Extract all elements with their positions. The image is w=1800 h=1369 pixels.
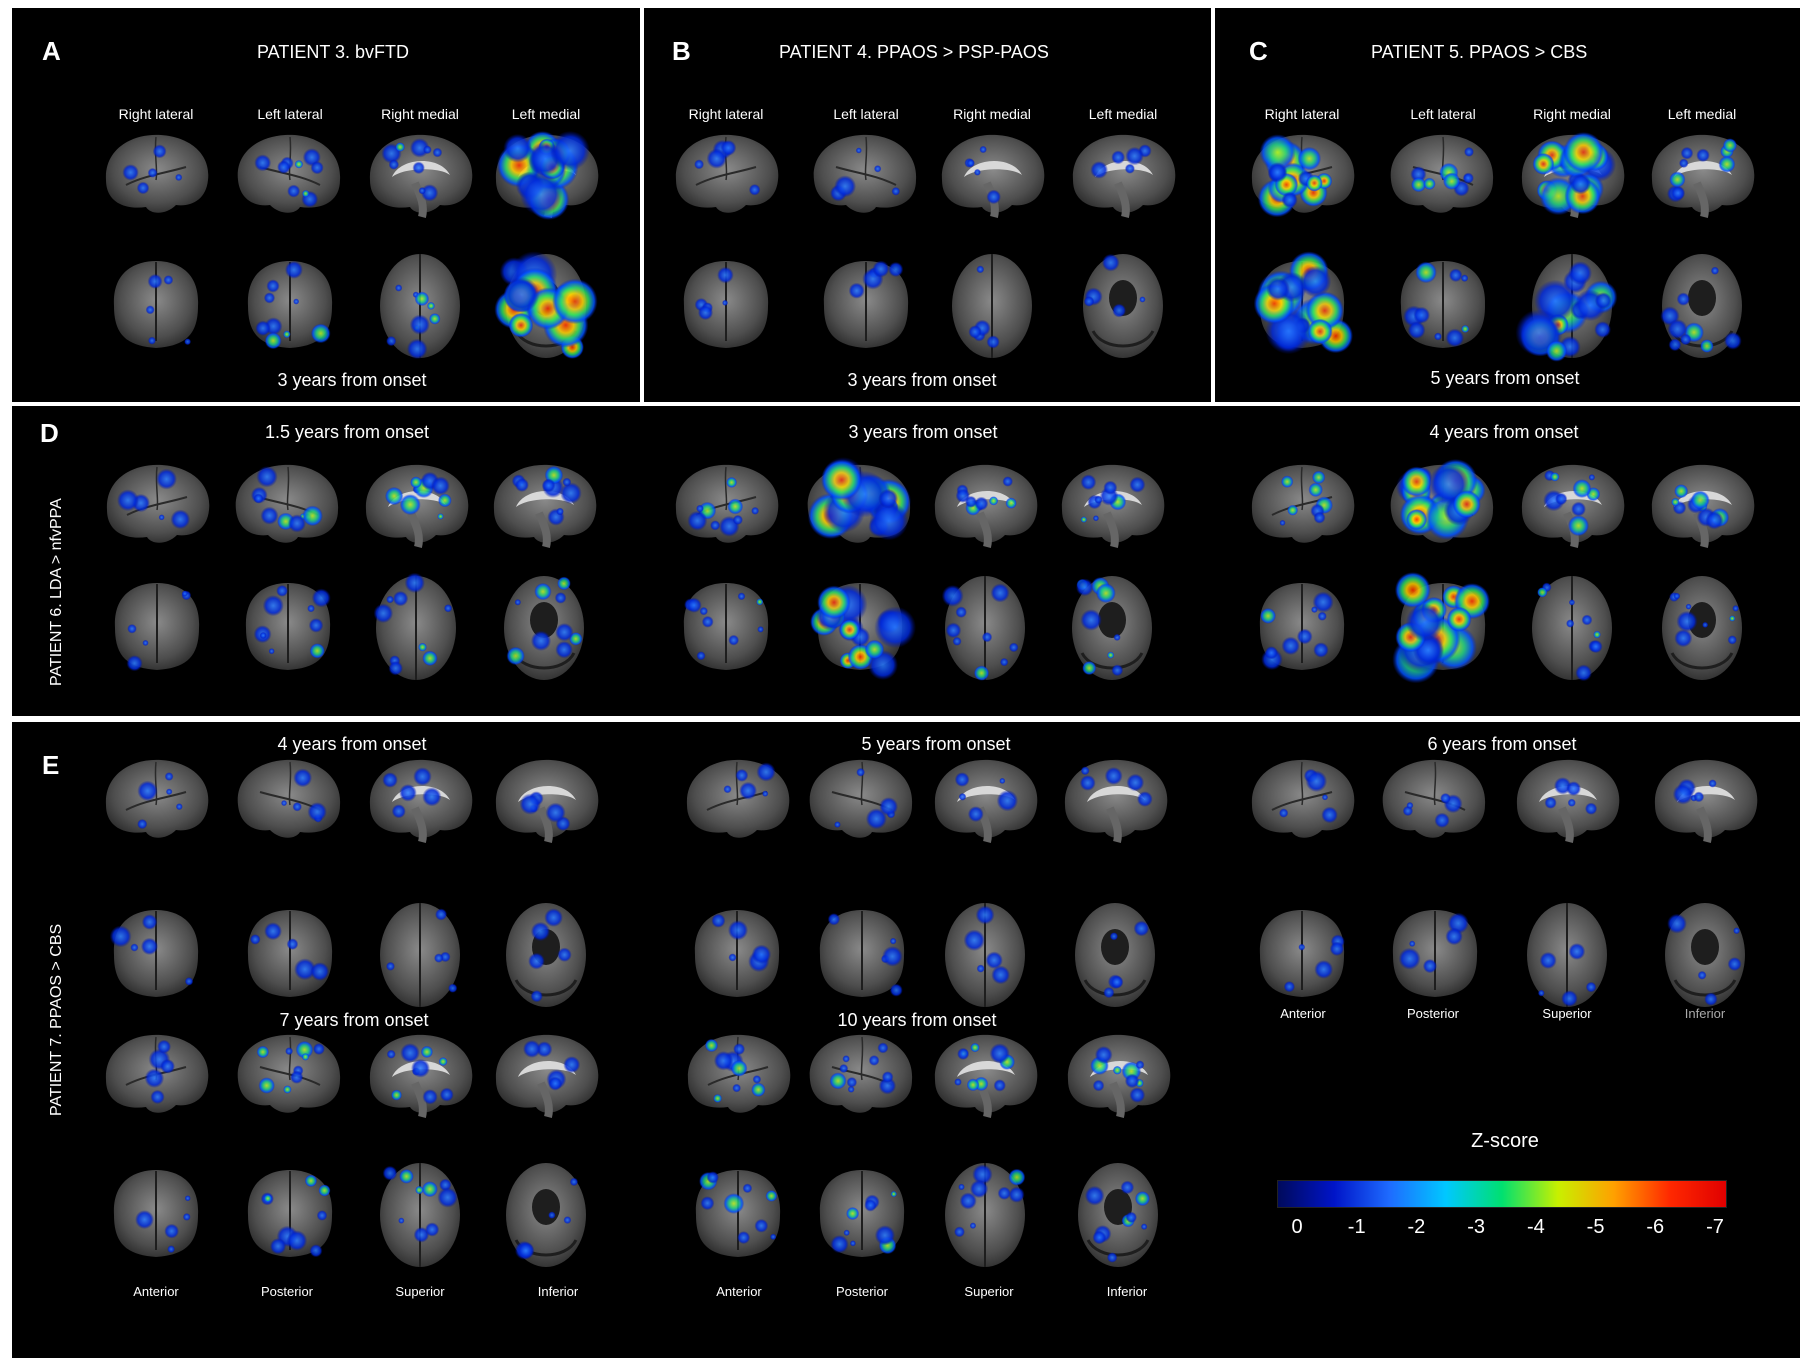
brain-images-layer <box>105 130 1758 1267</box>
brain-inferior-icon <box>506 1163 586 1267</box>
brain-lateral-icon <box>675 134 779 213</box>
brain-superior-icon <box>380 254 460 360</box>
brain-lateral-icon <box>1390 134 1494 213</box>
brain-lateral-icon <box>809 1034 913 1113</box>
brain-medial-icon <box>369 1034 473 1118</box>
brain-medial-icon <box>934 464 1038 548</box>
brain-lateral-icon <box>675 464 779 543</box>
brain-anterior-icon <box>1259 910 1345 997</box>
brain-anterior-icon <box>683 583 769 670</box>
brain-lateral-icon <box>809 759 913 838</box>
brain-anterior-icon <box>819 910 905 997</box>
brain-superior-icon <box>945 903 1025 1007</box>
brain-medial-icon <box>1654 759 1758 843</box>
brain-lateral-icon <box>1251 759 1355 838</box>
brain-medial-icon <box>1072 134 1176 218</box>
brain-medial-icon <box>1521 131 1625 218</box>
brain-inferior-icon <box>494 251 598 359</box>
brain-medial-icon <box>1651 134 1755 218</box>
brain-anterior-icon <box>819 1170 905 1257</box>
brain-lateral-icon <box>686 759 790 838</box>
brain-medial-icon <box>1651 464 1755 548</box>
brain-superior-icon <box>941 576 1025 681</box>
brain-medial-icon <box>1521 464 1625 548</box>
brain-anterior-icon <box>245 583 331 670</box>
brain-lateral-icon <box>237 134 341 213</box>
brain-superior-icon <box>1515 254 1618 362</box>
brain-superior-icon <box>380 903 460 1007</box>
brain-anterior-icon <box>114 583 200 672</box>
brain-anterior-icon <box>247 260 333 350</box>
brain-lateral-icon <box>813 134 917 213</box>
brain-lateral-icon <box>1382 759 1486 838</box>
brain-anterior-icon <box>810 583 917 681</box>
brain-medial-icon <box>1061 464 1165 548</box>
brain-inferior-icon <box>1665 903 1745 1007</box>
brain-anterior-icon <box>247 910 333 997</box>
brain-anterior-icon <box>1253 251 1354 355</box>
brain-anterior-icon <box>823 260 909 348</box>
brain-anterior-icon <box>113 261 199 348</box>
brain-anterior-icon <box>1400 261 1486 348</box>
brain-lateral-icon <box>687 1034 791 1113</box>
brain-inferior-icon <box>506 903 586 1007</box>
brain-superior-icon <box>373 572 456 680</box>
brain-lateral-icon <box>105 134 209 213</box>
brain-medial-icon <box>934 759 1038 843</box>
brain-inferior-icon <box>1078 1163 1158 1267</box>
brain-inferior-icon <box>1083 253 1163 358</box>
brain-medial-icon <box>1516 759 1620 843</box>
brain-anterior-icon <box>1392 572 1491 684</box>
brain-anterior-icon <box>694 910 780 997</box>
brain-lateral-icon <box>237 759 341 838</box>
brain-superior-icon <box>380 1163 460 1267</box>
brain-lateral-icon <box>237 1034 341 1113</box>
brain-lateral-icon <box>105 759 209 838</box>
brain-medial-icon <box>1067 1034 1171 1118</box>
brain-lateral-icon <box>1390 459 1494 543</box>
brain-anterior-icon <box>113 1170 199 1257</box>
brain-anterior-icon <box>109 910 199 997</box>
brain-anterior-icon <box>247 1170 333 1258</box>
brain-inferior-icon <box>1075 903 1155 1007</box>
brain-medial-icon <box>369 759 473 843</box>
brain-anterior-icon <box>1392 910 1478 997</box>
brain-medial-icon <box>495 759 599 843</box>
brain-superior-icon <box>952 254 1032 358</box>
brain-medial-icon <box>369 134 473 218</box>
brain-lateral-icon <box>106 464 210 543</box>
brain-lateral-icon <box>1251 134 1355 218</box>
brain-anterior-icon <box>683 261 769 348</box>
brain-medial-icon <box>495 1034 599 1118</box>
brain-inferior-icon <box>504 576 584 680</box>
brain-inferior-icon <box>1662 576 1742 680</box>
brain-medial-icon <box>493 464 597 548</box>
brain-anterior-icon <box>695 1170 781 1257</box>
brain-superior-icon <box>945 1163 1026 1267</box>
brain-medial-icon <box>934 1034 1038 1118</box>
brain-medial-icon <box>495 130 599 221</box>
brain-lateral-icon <box>1251 464 1355 543</box>
brain-lateral-icon <box>235 464 339 543</box>
brain-medial-icon <box>365 464 469 548</box>
brain-medial-icon <box>941 134 1045 218</box>
brain-superior-icon <box>1527 903 1607 1007</box>
brain-anterior-icon <box>1259 583 1345 671</box>
brain-lateral-icon <box>807 457 912 543</box>
brain-inferior-icon <box>1072 576 1152 680</box>
brain-superior-icon <box>1532 576 1612 682</box>
brain-lateral-icon <box>105 1034 209 1113</box>
brain-inferior-icon <box>1660 254 1742 358</box>
brain-medial-icon <box>1064 759 1168 843</box>
